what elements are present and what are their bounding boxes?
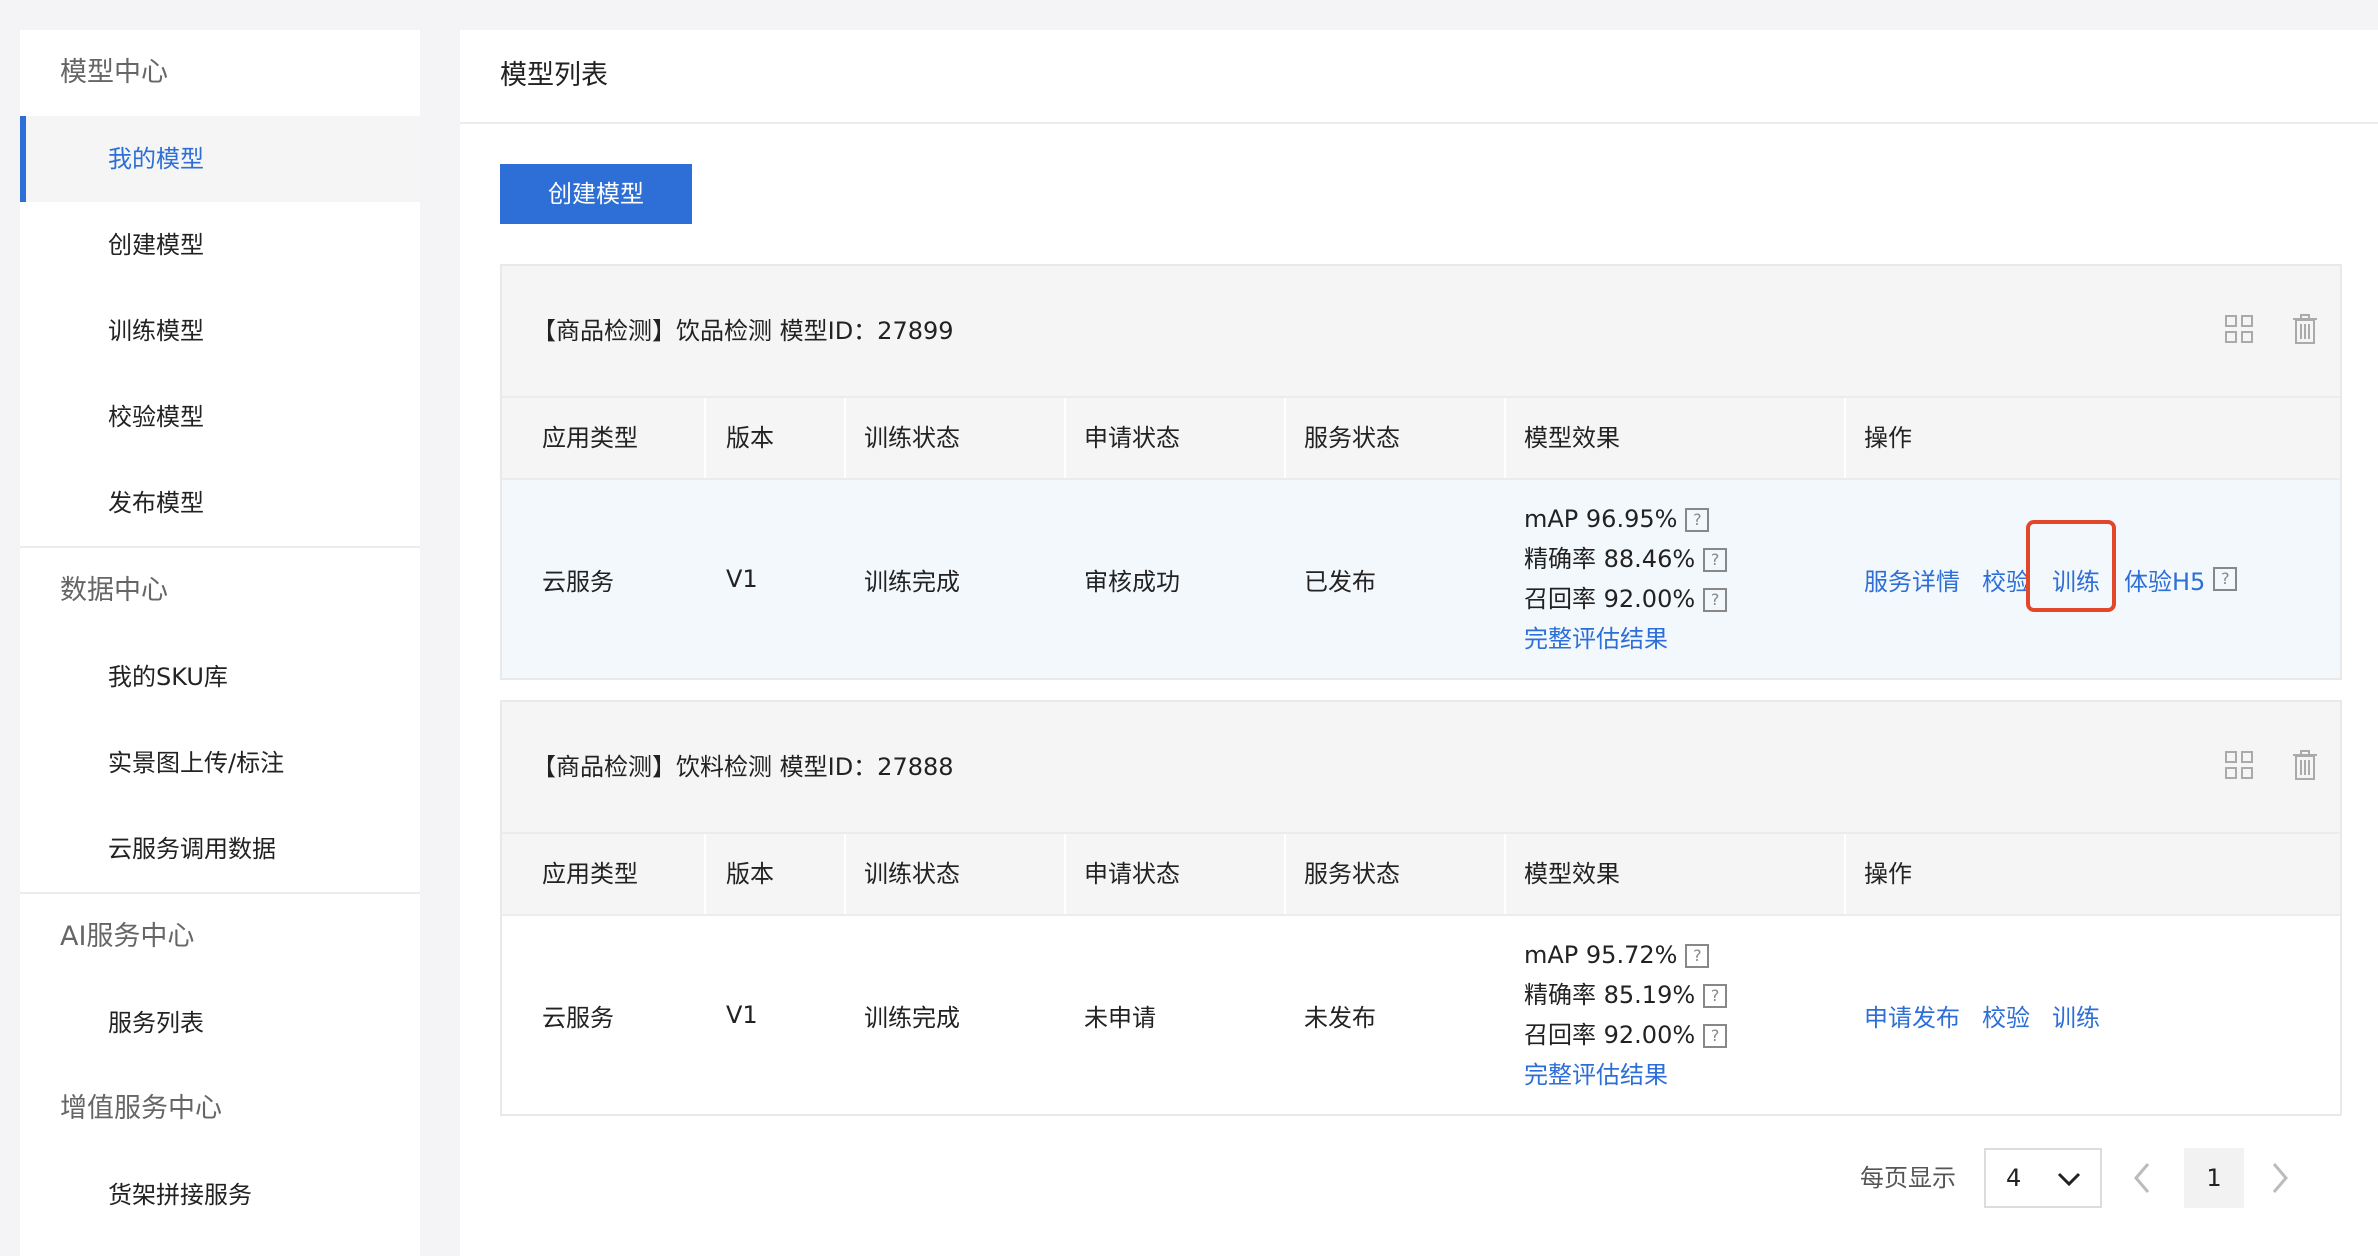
model-card: 【商品检测】饮品检测 模型ID：27899 应用类型 版本 训练状态 申请状态 … [500, 264, 2342, 680]
cell-service-status: 已发布 [1304, 567, 1376, 596]
metric-map: mAP 95.72% [1524, 941, 1678, 969]
model-card-header: 【商品检测】饮料检测 模型ID：27888 [502, 702, 2340, 834]
help-icon[interactable]: ? [1703, 588, 1728, 612]
chevron-down-icon [2057, 1172, 2081, 1187]
page-size-select[interactable]: 4 [1984, 1148, 2102, 1208]
apply-publish-link[interactable]: 申请发布 [1864, 998, 1960, 1033]
col-model-effect: 模型效果 [1504, 398, 1844, 478]
col-app-type: 应用类型 [542, 424, 638, 452]
sidebar-item-my-sku[interactable]: 我的SKU库 [20, 634, 420, 720]
grid-icon[interactable] [2222, 312, 2256, 346]
trash-icon[interactable] [2288, 748, 2322, 782]
trash-icon[interactable] [2288, 312, 2322, 346]
chevron-right-icon[interactable] [2266, 1156, 2292, 1200]
table-header: 应用类型 版本 训练状态 申请状态 服务状态 模型效果 操作 [502, 398, 2340, 480]
page-size-value: 4 [2006, 1164, 2022, 1192]
col-version: 版本 [704, 398, 844, 478]
sidebar-item-train-model[interactable]: 训练模型 [20, 288, 420, 374]
full-evaluation-link[interactable]: 完整评估结果 [1524, 1055, 1844, 1095]
metric-recall: 召回率 92.00% [1524, 1021, 1696, 1049]
sidebar-item-create-model[interactable]: 创建模型 [20, 202, 420, 288]
model-card-title: 【商品检测】饮料检测 模型ID：27888 [532, 753, 954, 781]
page-number[interactable]: 1 [2184, 1148, 2244, 1208]
help-icon[interactable]: ? [1685, 944, 1710, 968]
model-card: 【商品检测】饮料检测 模型ID：27888 应用类型 版本 训练状态 申请状态 … [500, 700, 2342, 1116]
col-service-status: 服务状态 [1284, 398, 1504, 478]
model-card-header: 【商品检测】饮品检测 模型ID：27899 [502, 266, 2340, 398]
col-version: 版本 [704, 834, 844, 914]
sidebar-section-data-center: 数据中心 [60, 575, 168, 606]
experience-h5-link[interactable]: 体验H5 [2124, 562, 2205, 597]
cell-service-status: 未发布 [1304, 1003, 1376, 1032]
cell-version: V1 [726, 1001, 758, 1029]
col-app-type: 应用类型 [542, 860, 638, 888]
service-detail-link[interactable]: 服务详情 [1864, 562, 1960, 597]
sidebar-item-publish-model[interactable]: 发布模型 [20, 460, 420, 546]
cell-model-effect: mAP 96.95%? 精确率 88.46%? 召回率 92.00%? 完整评估… [1504, 499, 1844, 659]
model-card-title: 【商品检测】饮品检测 模型ID：27899 [532, 317, 954, 345]
validate-link[interactable]: 校验 [1982, 998, 2030, 1033]
col-model-effect: 模型效果 [1504, 834, 1844, 914]
sidebar-item-cloud-call-data[interactable]: 云服务调用数据 [20, 806, 420, 892]
col-actions: 操作 [1844, 834, 2340, 914]
cell-train-status: 训练完成 [864, 567, 960, 596]
sidebar-section-value-added: 增值服务中心 [60, 1093, 222, 1124]
full-evaluation-link[interactable]: 完整评估结果 [1524, 619, 1844, 659]
train-link[interactable]: 训练 [2052, 998, 2100, 1033]
chevron-left-icon[interactable] [2130, 1156, 2156, 1200]
table-row: 云服务 V1 训练完成 审核成功 已发布 mAP 96.95%? 精确率 88.… [502, 480, 2340, 678]
col-train-status: 训练状态 [844, 834, 1064, 914]
cell-apply-status: 审核成功 [1084, 567, 1180, 596]
col-actions: 操作 [1844, 398, 2340, 478]
table-header: 应用类型 版本 训练状态 申请状态 服务状态 模型效果 操作 [502, 834, 2340, 916]
help-icon[interactable]: ? [1703, 984, 1728, 1008]
sidebar: 模型中心 我的模型 创建模型 训练模型 校验模型 发布模型 数据中心 我的SKU… [20, 30, 420, 1256]
sidebar-item-service-list[interactable]: 服务列表 [20, 980, 420, 1066]
help-icon[interactable]: ? [1685, 508, 1710, 532]
col-apply-status: 申请状态 [1064, 398, 1284, 478]
metric-precision: 精确率 85.19% [1524, 981, 1696, 1009]
validate-link[interactable]: 校验 [1982, 562, 2030, 597]
col-service-status: 服务状态 [1284, 834, 1504, 914]
page-title: 模型列表 [460, 30, 2378, 124]
col-apply-status: 申请状态 [1064, 834, 1284, 914]
cell-apply-status: 未申请 [1084, 1003, 1156, 1032]
page-size-label: 每页显示 [1860, 1164, 1956, 1192]
help-icon[interactable]: ? [1703, 1024, 1728, 1048]
sidebar-item-my-models[interactable]: 我的模型 [20, 116, 420, 202]
help-icon[interactable]: ? [1703, 548, 1728, 572]
metric-precision: 精确率 88.46% [1524, 545, 1696, 573]
cell-version: V1 [726, 565, 758, 593]
sidebar-item-scene-upload[interactable]: 实景图上传/标注 [20, 720, 420, 806]
cell-actions: 申请发布 校验 训练 [1844, 998, 2340, 1033]
pagination: 每页显示 4 1 [460, 1138, 2378, 1218]
cell-model-effect: mAP 95.72%? 精确率 85.19%? 召回率 92.00%? 完整评估… [1504, 935, 1844, 1095]
grid-icon[interactable] [2222, 748, 2256, 782]
sidebar-item-shelf-stitching[interactable]: 货架拼接服务 [20, 1152, 420, 1238]
col-train-status: 训练状态 [844, 398, 1064, 478]
sidebar-section-ai-service-center: AI服务中心 [60, 921, 195, 952]
metric-recall: 召回率 92.00% [1524, 585, 1696, 613]
create-model-button[interactable]: 创建模型 [500, 164, 692, 224]
main-panel: 模型列表 创建模型 【商品检测】饮品检测 模型ID：27899 应用类型 版本 [460, 30, 2378, 1256]
train-link[interactable]: 训练 [2052, 562, 2100, 597]
sidebar-item-validate-model[interactable]: 校验模型 [20, 374, 420, 460]
sidebar-section-model-center: 模型中心 [60, 57, 168, 88]
cell-train-status: 训练完成 [864, 1003, 960, 1032]
cell-app-type: 云服务 [542, 567, 614, 596]
cell-app-type: 云服务 [542, 1003, 614, 1032]
cell-actions: 服务详情 校验 训练 体验H5 ? [1844, 519, 2340, 612]
table-row: 云服务 V1 训练完成 未申请 未发布 mAP 95.72%? 精确率 85.1… [502, 916, 2340, 1114]
help-icon[interactable]: ? [2213, 567, 2238, 591]
metric-map: mAP 96.95% [1524, 505, 1678, 533]
